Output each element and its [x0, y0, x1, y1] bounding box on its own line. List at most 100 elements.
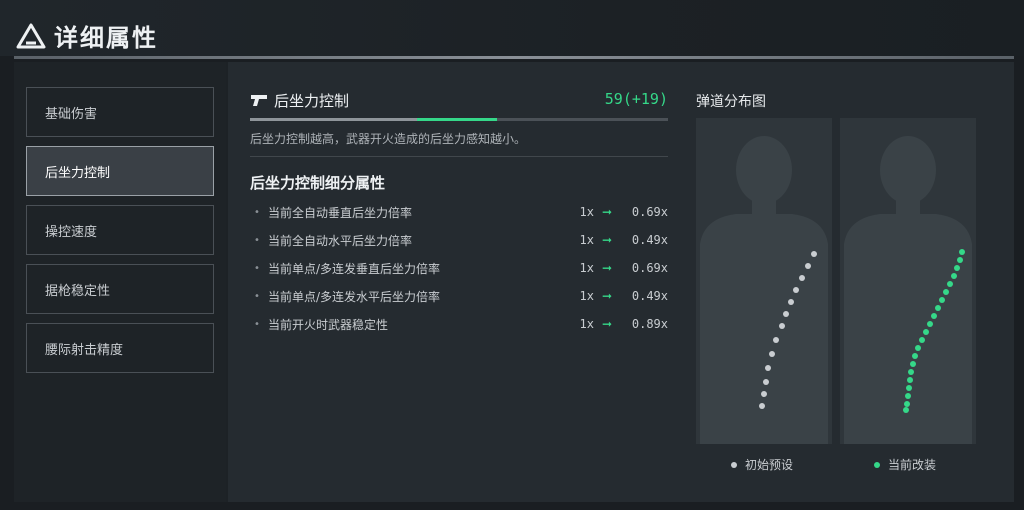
spread-dot: [788, 299, 794, 305]
spread-dot: [939, 297, 945, 303]
tab-label: 操控速度: [45, 224, 98, 240]
spread-dot: [811, 251, 817, 257]
attribute-label: 当前全自动垂直后坐力倍率: [268, 205, 413, 220]
tab-label: 后坐力控制: [45, 165, 111, 181]
attribute-from: 1x: [579, 317, 594, 331]
tab-aim-stability[interactable]: 据枪稳定性: [26, 264, 214, 314]
attribute-to: 0.69x: [631, 261, 668, 275]
attribute-from: 1x: [579, 289, 594, 303]
breakdown-title: 后坐力控制细分属性: [250, 174, 386, 192]
tab-base-damage[interactable]: 基础伤害: [26, 87, 214, 137]
spread-dot: [904, 401, 910, 407]
attribute-from: 1x: [579, 233, 594, 247]
arrow-right-icon: ➞: [601, 289, 613, 303]
spread-dot: [912, 353, 918, 359]
spread-dot: [954, 265, 960, 271]
header-title-group: 详细属性: [16, 18, 158, 53]
arrow-right-icon: ➞: [601, 317, 613, 331]
attribute-to: 0.89x: [631, 317, 668, 331]
legend-label: 当前改装: [888, 458, 937, 472]
silhouette-initial: [700, 136, 828, 444]
tab-handling-speed[interactable]: 操控速度: [26, 205, 214, 255]
legend-initial: 初始预设: [731, 456, 793, 473]
spread-dot: [935, 305, 941, 311]
stat-value: 59(+19): [604, 90, 668, 108]
spread-chart-title: 弹道分布图: [696, 94, 766, 110]
attribute-row: • 当前开火时武器稳定性 1x ➞ 0.89x: [254, 315, 668, 333]
section-divider: [250, 156, 668, 157]
attribute-row: • 当前全自动水平后坐力倍率 1x ➞ 0.49x: [254, 231, 668, 249]
attribute-row: • 当前全自动垂直后坐力倍率 1x ➞ 0.69x: [254, 203, 668, 221]
legend-dot-icon: [731, 461, 737, 468]
attribute-to: 0.49x: [631, 289, 668, 303]
attribute-label: 当前单点/多连发水平后坐力倍率: [268, 289, 441, 304]
attribute-row: • 当前单点/多连发水平后坐力倍率 1x ➞ 0.49x: [254, 287, 668, 305]
bullet-icon: •: [254, 206, 260, 218]
arrow-right-icon: ➞: [601, 233, 613, 247]
silhouette-current: [844, 136, 972, 444]
spread-panel-initial: [696, 118, 832, 444]
arrow-right-icon: ➞: [601, 205, 613, 219]
spread-dot: [759, 403, 765, 409]
tab-label: 据枪稳定性: [45, 283, 111, 299]
attribute-row: • 当前单点/多连发垂直后坐力倍率 1x ➞ 0.69x: [254, 259, 668, 277]
spread-dot: [773, 337, 779, 343]
page-title: 详细属性: [54, 24, 158, 52]
spread-dot: [906, 385, 912, 391]
spread-dot: [919, 337, 925, 343]
bullet-icon: •: [254, 262, 260, 274]
stat-description: 后坐力控制越高，武器开火造成的后坐力感知越小。: [250, 132, 527, 146]
arrow-right-icon: ➞: [601, 261, 613, 275]
spread-dot: [947, 281, 953, 287]
attribute-from: 1x: [579, 261, 594, 275]
attribute-label: 当前全自动水平后坐力倍率: [268, 233, 413, 248]
header-divider: [14, 56, 1014, 59]
attribute-to: 0.69x: [631, 205, 668, 219]
spread-dot: [799, 275, 805, 281]
spread-dot: [923, 329, 929, 335]
legend-current: 当前改装: [874, 456, 936, 473]
bullet-icon: •: [254, 234, 260, 246]
page-header: 详细属性: [0, 0, 1024, 56]
tab-label: 腰际射击精度: [45, 342, 124, 358]
progress-base-fill: [250, 118, 418, 121]
spread-dot: [905, 393, 911, 399]
spread-dot: [915, 345, 921, 351]
spread-dot: [765, 365, 771, 371]
spread-dot: [907, 377, 913, 383]
progress-bonus-fill: [417, 118, 497, 121]
spread-panel-current: [840, 118, 976, 444]
attribute-label: 当前开火时武器稳定性: [268, 317, 389, 332]
spread-dot: [783, 311, 789, 317]
attribute-from: 1x: [579, 205, 594, 219]
tab-label: 基础伤害: [45, 106, 98, 122]
spread-dot: [761, 391, 767, 397]
spread-dot: [908, 369, 914, 375]
spread-dot: [959, 249, 965, 255]
attribute-label: 当前单点/多连发垂直后坐力倍率: [268, 261, 441, 276]
spread-dot: [805, 263, 811, 269]
sidebar: 基础伤害 后坐力控制 操控速度 据枪稳定性 腰际射击精度: [14, 62, 226, 502]
tab-recoil-control[interactable]: 后坐力控制: [26, 146, 214, 196]
legend-label: 初始预设: [745, 458, 794, 472]
legend-dot-icon: [874, 461, 880, 468]
spread-dot: [927, 321, 933, 327]
pistol-icon: [251, 95, 267, 106]
spread-dot: [931, 313, 937, 319]
stat-progress-bar: [250, 118, 668, 121]
spread-dot: [779, 323, 785, 329]
stat-title: 后坐力控制: [274, 91, 350, 110]
bullet-icon: •: [254, 318, 260, 330]
stat-header: 后坐力控制 59(+19): [250, 88, 670, 112]
tab-hipfire-accuracy[interactable]: 腰际射击精度: [26, 323, 214, 373]
spread-dot: [951, 273, 957, 279]
spread-dot: [769, 351, 775, 357]
bullet-icon: •: [254, 290, 260, 302]
spread-dot: [793, 287, 799, 293]
spread-dot: [943, 289, 949, 295]
attribute-to: 0.49x: [631, 233, 668, 247]
spread-dot: [763, 379, 769, 385]
spread-dot: [910, 361, 916, 367]
triangle-a-logo-icon: [16, 23, 46, 48]
spread-dot: [957, 257, 963, 263]
